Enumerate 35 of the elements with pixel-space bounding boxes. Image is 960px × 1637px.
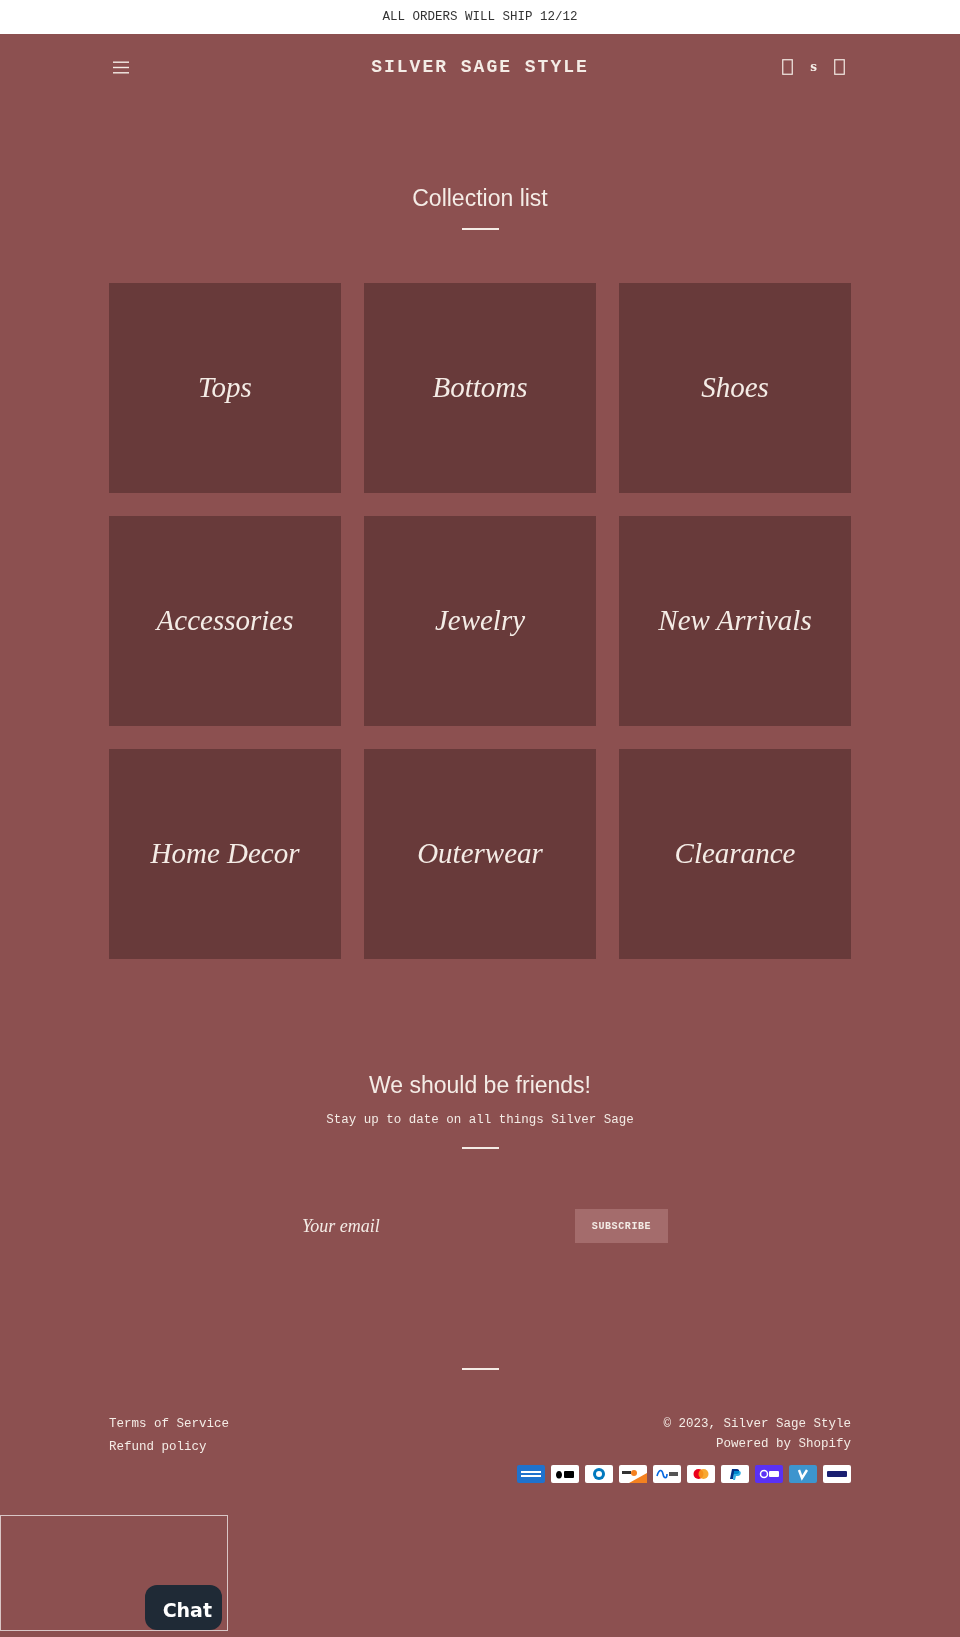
email-field[interactable]: Your email (300, 1209, 570, 1243)
collection-tile[interactable]: Bottoms (364, 283, 596, 493)
newsletter-subtitle: Stay up to date on all things Silver Sage (326, 1112, 634, 1129)
collection-tile[interactable]: Jewelry (364, 516, 596, 726)
payment-badge-icon (687, 1465, 715, 1483)
collection-tile[interactable]: New Arrivals (619, 516, 851, 726)
glyph-box-icon[interactable] (834, 59, 845, 75)
menu-icon[interactable] (113, 60, 129, 74)
payment-badge-icon (653, 1465, 681, 1483)
collection-tile[interactable]: Home Decor (109, 749, 341, 959)
copyright-text: © 2023, Silver Sage Style (663, 1416, 851, 1433)
payment-badge-icon (585, 1465, 613, 1483)
collection-tile[interactable]: Outerwear (364, 749, 596, 959)
announcement-text: ALL ORDERS WILL SHIP 12/12 (382, 8, 578, 26)
payment-badge-icon (517, 1465, 545, 1483)
payment-badge-icon (619, 1465, 647, 1483)
section-title: Collection list (412, 184, 548, 212)
payment-badge-icon (721, 1465, 749, 1483)
collection-tile[interactable]: Accessories (109, 516, 341, 726)
header-icon-text[interactable]: s (810, 59, 817, 75)
subscribe-button[interactable]: SUBSCRIBE (575, 1209, 668, 1243)
payment-badge-icon (755, 1465, 783, 1483)
footer-link[interactable]: Terms of Service (109, 1414, 230, 1434)
store-logo[interactable]: SILVER SAGE STYLE (371, 53, 589, 81)
powered-by-link[interactable]: Powered by Shopify (715, 1434, 851, 1454)
chat-button[interactable]: Chat (145, 1585, 222, 1630)
collection-tile[interactable]: Tops (109, 283, 341, 493)
payment-badge-icon (823, 1465, 851, 1483)
collection-tile[interactable]: Clearance (619, 749, 851, 959)
payment-badge-icon (551, 1465, 579, 1483)
newsletter-title: We should be friends! (368, 1071, 591, 1099)
collection-tile[interactable]: Shoes (619, 283, 851, 493)
footer-link[interactable]: Refund policy (109, 1437, 230, 1457)
glyph-box-icon[interactable] (782, 59, 794, 75)
payment-badge-icon (789, 1465, 817, 1483)
